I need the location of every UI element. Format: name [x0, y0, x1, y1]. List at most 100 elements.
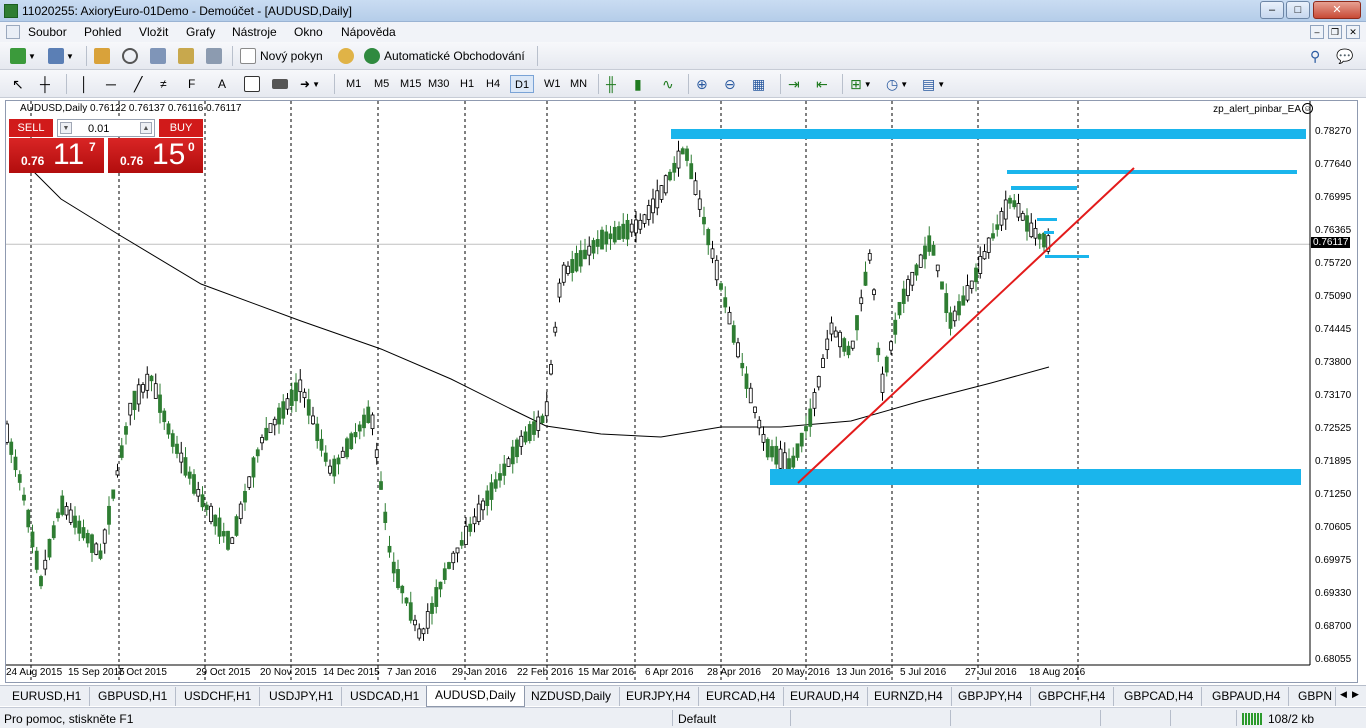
candlestick-icon[interactable]: ▮: [634, 75, 642, 93]
shapes-icon[interactable]: [272, 75, 288, 93]
tab-usdchf-h1[interactable]: USDCHF,H1: [176, 687, 261, 706]
auto-trading-button[interactable]: Automatické Obchodování: [364, 47, 525, 65]
chart-shift-icon[interactable]: ⇤: [816, 75, 828, 93]
candle-body: [706, 229, 711, 246]
maximize-button[interactable]: □: [1286, 1, 1310, 19]
candle-body: [634, 219, 638, 234]
candle-body: [213, 514, 218, 527]
expert-advisors-icon[interactable]: [338, 47, 354, 65]
buy-price[interactable]: 0.76 15 0: [108, 138, 203, 173]
tab-gbpusd-h1[interactable]: GBPUSD,H1: [90, 687, 177, 706]
candle-body: [47, 538, 52, 558]
menu-help[interactable]: Nápověda: [341, 25, 396, 39]
price-label: 0.72525: [1315, 423, 1352, 434]
tf-m15[interactable]: M15: [396, 75, 425, 93]
menu-file[interactable]: Soubor: [28, 25, 67, 39]
trend-line-icon[interactable]: ╱: [134, 75, 142, 93]
chart-doc-icon[interactable]: [6, 25, 20, 39]
tab-usdcad-h1[interactable]: USDCAD,H1: [342, 687, 429, 706]
horizontal-line-icon[interactable]: ─: [106, 75, 116, 93]
mdi-close-icon[interactable]: ✕: [1346, 25, 1360, 39]
menu-window[interactable]: Okno: [294, 25, 323, 39]
tab-eurjpy-h4[interactable]: EURJPY,H4: [618, 687, 700, 706]
profiles-icon[interactable]: ▼: [48, 47, 74, 65]
tf-m30[interactable]: M30: [424, 75, 453, 93]
tab-scroll-right-icon[interactable]: ▶: [1352, 689, 1359, 700]
tile-windows-icon[interactable]: ▦: [752, 75, 765, 93]
templates-icon[interactable]: ▤ ▼: [922, 75, 945, 93]
tf-d1[interactable]: D1: [510, 75, 535, 93]
tab-nzdusd-daily[interactable]: NZDUSD,Daily: [523, 687, 621, 706]
text-icon[interactable]: A: [218, 75, 226, 93]
mdi-restore-icon[interactable]: ❐: [1328, 25, 1342, 39]
candle-body: [906, 279, 910, 296]
terminal-icon[interactable]: [206, 47, 222, 65]
buy-button[interactable]: BUY: [159, 119, 203, 137]
tab-gbpchf-h4[interactable]: GBPCHF,H4: [1030, 687, 1115, 706]
sell-button[interactable]: SELL: [9, 119, 53, 137]
candle-body: [1003, 199, 1008, 220]
zoom-out-icon[interactable]: ⊖: [724, 75, 736, 93]
search-icon[interactable]: ⚲: [1310, 47, 1320, 65]
menu-charts[interactable]: Grafy: [186, 25, 215, 39]
candle-body: [710, 248, 715, 259]
tf-mn[interactable]: MN: [566, 75, 591, 93]
indicators-icon[interactable]: ⊞ ▼: [850, 75, 872, 93]
candle-body: [319, 438, 324, 451]
arrows-icon[interactable]: ➜ ▼: [300, 75, 320, 93]
text-label-icon[interactable]: [244, 75, 260, 93]
tf-h4[interactable]: H4: [482, 75, 504, 93]
sell-price[interactable]: 0.76 11 7: [9, 138, 104, 173]
tab-eurusd-h1[interactable]: EURUSD,H1: [4, 687, 91, 706]
lot-increase-icon[interactable]: ▲: [140, 122, 152, 134]
candle-body: [1008, 197, 1012, 204]
lot-decrease-icon[interactable]: ▼: [60, 122, 72, 134]
menu-tools[interactable]: Nástroje: [232, 25, 277, 39]
tf-m5[interactable]: M5: [370, 75, 393, 93]
minimize-button[interactable]: –: [1260, 1, 1284, 19]
tab-eurcad-h4[interactable]: EURCAD,H4: [698, 687, 785, 706]
bar-chart-icon[interactable]: ╫: [606, 75, 616, 93]
candle-body: [876, 347, 881, 356]
close-button[interactable]: ✕: [1313, 1, 1361, 19]
tab-gbpaud-h4[interactable]: GBPAUD,H4: [1204, 687, 1290, 706]
lot-size-field[interactable]: ▼ 0.01 ▲: [57, 119, 155, 137]
crosshair-icon[interactable]: ┼: [40, 75, 50, 93]
menu-view[interactable]: Pohled: [84, 25, 121, 39]
zoom-in-icon[interactable]: ⊕: [696, 75, 708, 93]
auto-scroll-icon[interactable]: ⇥: [788, 75, 800, 93]
chat-icon[interactable]: 💬: [1336, 47, 1353, 65]
tab-gbpcad-h4[interactable]: GBPCAD,H4: [1116, 687, 1203, 706]
fibonacci-icon[interactable]: F: [188, 75, 195, 93]
line-chart-icon[interactable]: ∿: [662, 75, 674, 93]
tf-w1[interactable]: W1: [540, 75, 565, 93]
crosshair-nav-icon[interactable]: [122, 47, 138, 65]
candle-body: [536, 416, 541, 431]
cursor-icon[interactable]: ↖: [12, 75, 24, 93]
tab-eurnzd-h4[interactable]: EURNZD,H4: [866, 687, 952, 706]
tf-h1[interactable]: H1: [456, 75, 478, 93]
market-watch-icon[interactable]: [94, 47, 110, 65]
menu-insert[interactable]: Vložit: [139, 25, 168, 39]
tf-m1[interactable]: M1: [342, 75, 365, 93]
navigator-icon[interactable]: [178, 47, 194, 65]
data-window-icon[interactable]: [150, 47, 166, 65]
new-order-button[interactable]: Nový pokyn: [240, 47, 323, 65]
tab-gbpjpy-h4[interactable]: GBPJPY,H4: [950, 687, 1032, 706]
channel-icon[interactable]: ≠: [160, 75, 167, 93]
tab-gbpnzd-h4[interactable]: GBPN: [1290, 687, 1336, 706]
vertical-line-icon[interactable]: │: [80, 75, 89, 93]
tab-scroll-left-icon[interactable]: ◀: [1340, 689, 1347, 700]
periods-icon[interactable]: ◷ ▼: [886, 75, 908, 93]
candle-body: [43, 559, 48, 570]
status-bar: Pro pomoc, stiskněte F1 Default 108/2 kb: [0, 707, 1366, 728]
price-chart[interactable]: [6, 101, 1358, 683]
chart-window[interactable]: AUDUSD,Daily 0.76122 0.76137 0.76116 0.7…: [5, 100, 1358, 683]
mdi-minimize-icon[interactable]: –: [1310, 25, 1324, 39]
tab-euraud-h4[interactable]: EURAUD,H4: [782, 687, 869, 706]
new-chart-icon[interactable]: ▼: [10, 47, 36, 65]
tab-usdjpy-h1[interactable]: USDJPY,H1: [261, 687, 343, 706]
candle-body: [366, 406, 371, 423]
tab-audusd-daily[interactable]: AUDUSD,Daily: [426, 686, 525, 707]
date-label: 15 Sep 2015: [68, 667, 125, 678]
